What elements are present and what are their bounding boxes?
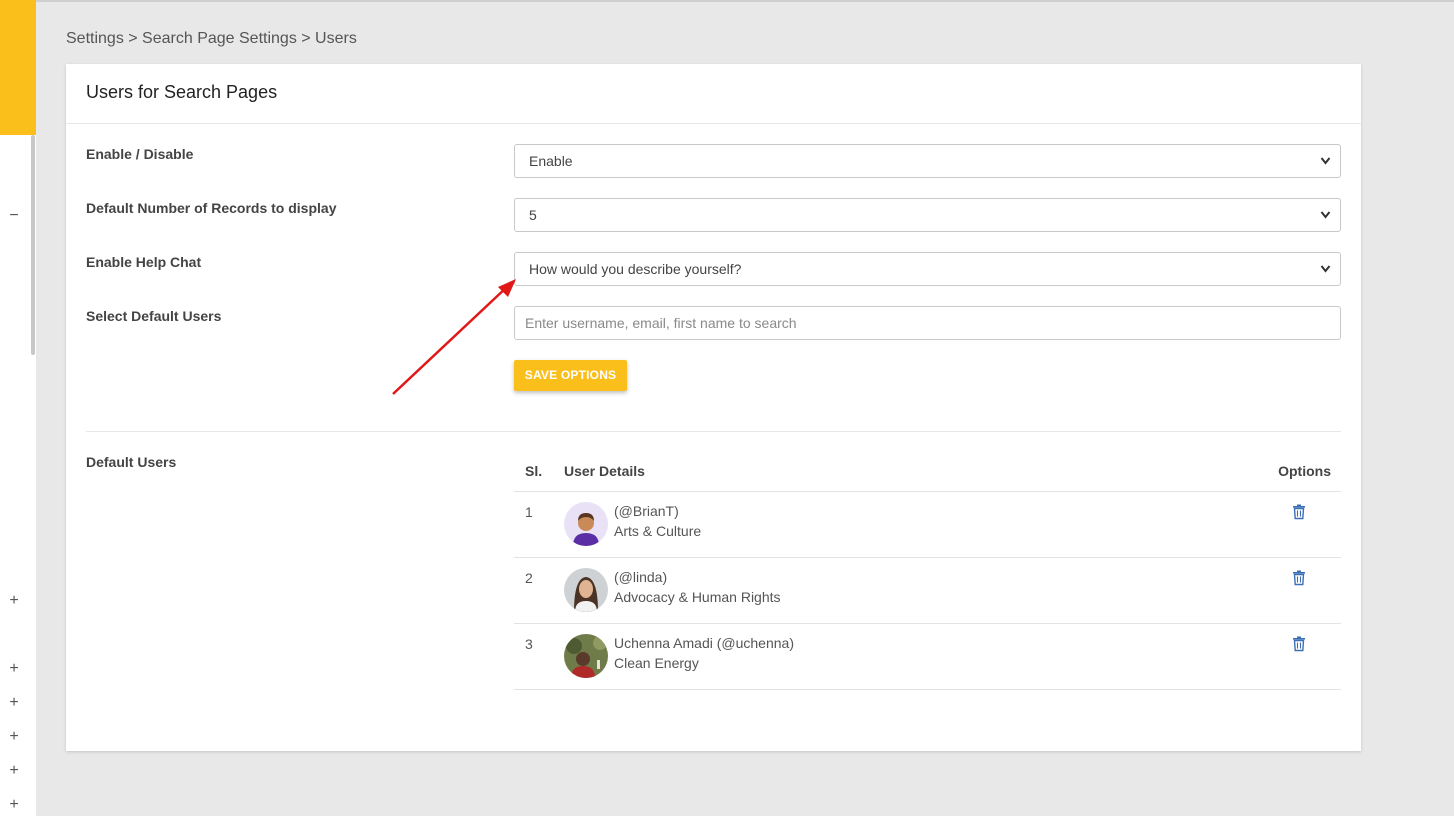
trash-icon[interactable] bbox=[1292, 636, 1306, 652]
user-handle: (@linda) bbox=[614, 569, 668, 585]
user-search-input[interactable]: Enter username, email, first name to sea… bbox=[514, 306, 1341, 340]
chevron-down-icon bbox=[1320, 253, 1331, 298]
sidebar-scrollbar[interactable] bbox=[31, 135, 35, 355]
records-label: Default Number of Records to display bbox=[86, 200, 337, 216]
avatar bbox=[564, 568, 608, 612]
default-users-table: Sl. User Details Options 1 (@BrianT) Art… bbox=[514, 450, 1341, 690]
enable-disable-value: Enable bbox=[529, 153, 573, 169]
help-chat-label: Enable Help Chat bbox=[86, 254, 202, 270]
help-chat-value: How would you describe yourself? bbox=[529, 261, 742, 277]
trash-icon[interactable] bbox=[1292, 504, 1306, 520]
collapse-icon[interactable]: − bbox=[0, 207, 28, 225]
annotation-arrow-icon bbox=[392, 279, 516, 395]
column-header-details: User Details bbox=[564, 463, 645, 479]
card-title: Users for Search Pages bbox=[66, 64, 1361, 124]
column-header-options: Options bbox=[1278, 463, 1331, 479]
breadcrumb: Settings > Search Page Settings > Users bbox=[66, 30, 357, 47]
trash-icon[interactable] bbox=[1292, 570, 1306, 586]
user-handle: Uchenna Amadi (@uchenna) bbox=[614, 635, 794, 651]
user-handle: (@BrianT) bbox=[614, 503, 679, 519]
expand-icon[interactable]: + bbox=[0, 694, 28, 712]
expand-icon[interactable]: + bbox=[0, 592, 28, 610]
records-value: 5 bbox=[529, 207, 537, 223]
expand-icon[interactable]: + bbox=[0, 728, 28, 746]
expand-icon[interactable]: + bbox=[0, 762, 28, 780]
expand-icon[interactable]: + bbox=[0, 796, 28, 814]
user-category: Advocacy & Human Rights bbox=[614, 589, 781, 605]
settings-card: Users for Search Pages Enable / Disable … bbox=[66, 64, 1361, 751]
row-number: 1 bbox=[525, 504, 533, 520]
row-number: 3 bbox=[525, 636, 533, 652]
row-number: 2 bbox=[525, 570, 533, 586]
section-divider bbox=[86, 431, 1341, 432]
avatar bbox=[564, 502, 608, 546]
user-category: Arts & Culture bbox=[614, 523, 702, 539]
left-sidebar: − + + + + + + bbox=[0, 0, 36, 816]
default-users-select-label: Select Default Users bbox=[86, 308, 222, 324]
enable-disable-label: Enable / Disable bbox=[86, 146, 194, 162]
table-header: Sl. User Details Options bbox=[514, 450, 1341, 492]
user-search-placeholder: Enter username, email, first name to sea… bbox=[525, 315, 797, 331]
table-row: 2 (@linda) Advocacy & Human Rights bbox=[514, 558, 1341, 624]
avatar bbox=[564, 634, 608, 678]
sidebar-accent-block bbox=[0, 0, 36, 135]
enable-disable-select[interactable]: Enable bbox=[514, 144, 1341, 178]
column-header-sl: Sl. bbox=[525, 463, 543, 479]
table-row: 1 (@BrianT) Arts & Culture bbox=[514, 492, 1341, 558]
top-border bbox=[0, 0, 1454, 2]
user-category: Clean Energy bbox=[614, 655, 699, 671]
table-row: 3 Uchenna Amadi (@uchenna) Clean Energy bbox=[514, 624, 1341, 690]
chevron-down-icon bbox=[1320, 145, 1331, 190]
expand-icon[interactable]: + bbox=[0, 660, 28, 678]
chevron-down-icon bbox=[1320, 199, 1331, 244]
save-options-button[interactable]: SAVE OPTIONS bbox=[514, 360, 627, 391]
records-select[interactable]: 5 bbox=[514, 198, 1341, 232]
help-chat-select[interactable]: How would you describe yourself? bbox=[514, 252, 1341, 286]
default-users-label: Default Users bbox=[86, 454, 177, 470]
